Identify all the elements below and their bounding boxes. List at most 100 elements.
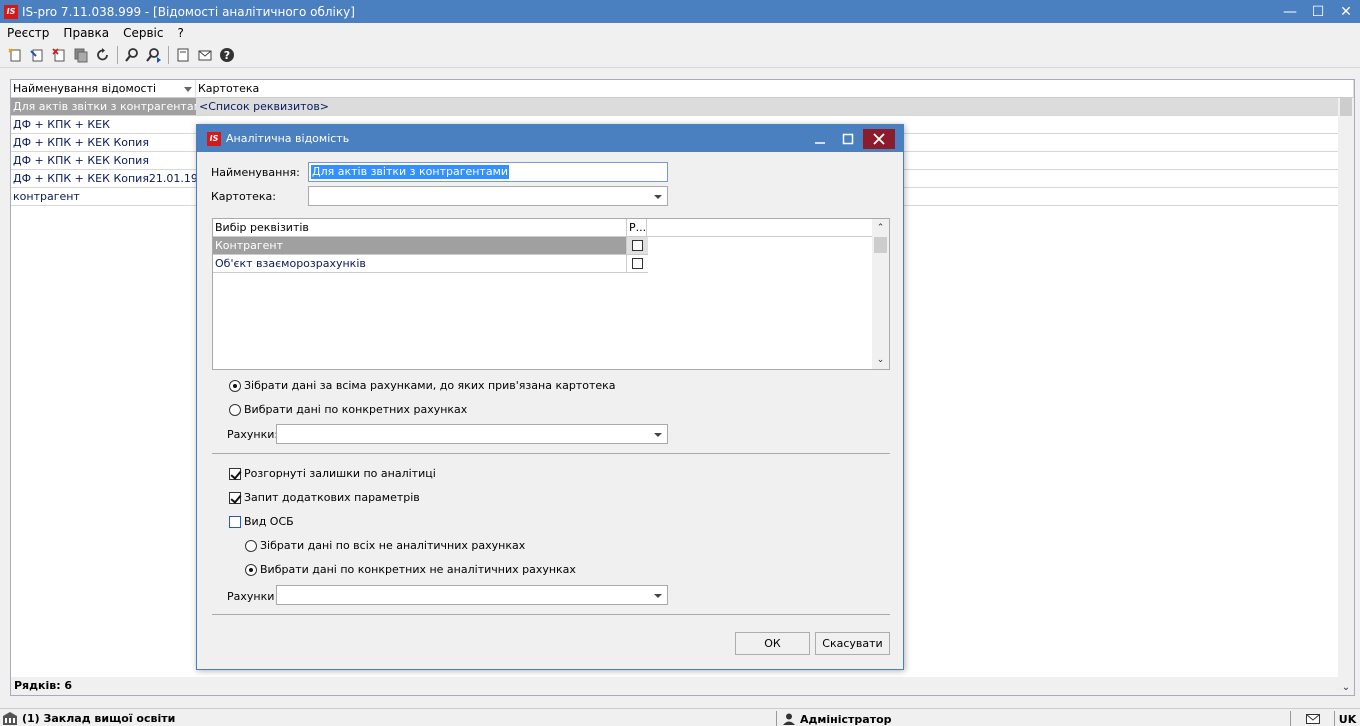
user-label[interactable]: Адміністратор bbox=[800, 713, 892, 726]
table-row[interactable]: Для актів звітки з контрагентами <Список… bbox=[11, 98, 1354, 116]
requisite-name: Об'єкт взаєморозрахунків bbox=[213, 255, 627, 272]
requisites-scrollbar[interactable]: ⌃ ⌄ bbox=[872, 219, 889, 369]
menu-help[interactable]: ? bbox=[170, 26, 190, 40]
row-name: Для актів звітки з контрагентами bbox=[11, 98, 196, 115]
column-header-kartoteka[interactable]: Картотека bbox=[196, 80, 1354, 98]
requisites-panel: Вибір реквізитів Р... Контрагент Об'єкт … bbox=[212, 218, 890, 370]
sort-arrow-icon[interactable] bbox=[184, 87, 192, 92]
radio-all-accounts[interactable]: Зібрати дані за всіма рахунками, до яких… bbox=[229, 379, 616, 392]
check-extra-params-label: Запит додаткових параметрів bbox=[244, 491, 420, 504]
row-name: контрагент bbox=[13, 190, 80, 203]
language-indicator[interactable]: UK bbox=[1334, 711, 1360, 726]
requisite-checkbox[interactable] bbox=[631, 258, 643, 269]
toolbar-separator bbox=[117, 45, 118, 64]
requisite-row[interactable]: Контрагент bbox=[213, 237, 648, 255]
scroll-down-icon[interactable]: ⌄ bbox=[872, 353, 889, 367]
menu-edit[interactable]: Правка bbox=[56, 26, 116, 40]
dialog-maximize-button[interactable] bbox=[835, 129, 861, 149]
kartoteka-combo[interactable] bbox=[308, 186, 668, 206]
help-icon[interactable]: ? bbox=[216, 44, 238, 66]
mail-status-icon[interactable] bbox=[1290, 711, 1334, 726]
mail-icon[interactable] bbox=[194, 44, 216, 66]
minimize-icon bbox=[815, 141, 825, 144]
check-osb-type[interactable]: Вид ОСБ bbox=[229, 515, 294, 528]
check-osb-type-label: Вид ОСБ bbox=[244, 515, 294, 528]
refresh-icon[interactable] bbox=[92, 44, 114, 66]
organization-label[interactable]: (1) Заклад вищої освіти bbox=[22, 712, 175, 725]
report-icon[interactable] bbox=[172, 44, 194, 66]
new-icon[interactable] bbox=[4, 44, 26, 66]
dialog-title: Аналітична відомість bbox=[226, 132, 350, 145]
row-name: ДФ + КПК + КЕК Копия bbox=[13, 136, 149, 149]
radio-selected-icon bbox=[245, 563, 257, 576]
chevron-down-icon[interactable] bbox=[654, 433, 662, 437]
accounts-combo[interactable] bbox=[276, 424, 668, 444]
grid-scrollbar[interactable]: ⌄ bbox=[1338, 98, 1354, 695]
dialog-title-bar: IS Аналітична відомість bbox=[197, 125, 903, 152]
close-icon bbox=[873, 132, 885, 145]
divider bbox=[212, 453, 890, 454]
kartoteka-label: Картотека: bbox=[211, 190, 276, 203]
status-bar: (1) Заклад вищої освіти Адміністратор UK bbox=[0, 708, 1360, 726]
row-name: ДФ + КПК + КЕК Копия21.01.19 bbox=[13, 172, 196, 185]
window-title: IS-pro 7.11.038.999 - [Відомості аналіти… bbox=[22, 4, 355, 19]
radio-all-accounts-label: Зібрати дані за всіма рахунками, до яких… bbox=[244, 379, 616, 392]
find-icon[interactable] bbox=[121, 44, 143, 66]
ok-button[interactable]: ОК bbox=[735, 632, 810, 655]
radio-all-nonanalytic[interactable]: Зібрати дані по всіх не аналітичних раху… bbox=[245, 539, 525, 552]
accounts-label: Рахунки: bbox=[227, 428, 279, 441]
radio-specific-accounts[interactable]: Вибрати дані по конкретних рахунках bbox=[229, 403, 467, 416]
checkbox-unchecked-icon bbox=[229, 515, 241, 528]
copy-icon[interactable] bbox=[70, 44, 92, 66]
accounts2-combo[interactable] bbox=[276, 585, 668, 605]
name-input[interactable]: Для актів звітки з контрагентами bbox=[308, 162, 668, 182]
title-bar: IS IS-pro 7.11.038.999 - [Відомості анал… bbox=[0, 0, 1360, 23]
radio-specific-accounts-label: Вибрати дані по конкретних рахунках bbox=[244, 403, 468, 416]
close-button[interactable]: ✕ bbox=[1332, 0, 1360, 23]
radio-specific-nonanalytic[interactable]: Вибрати дані по конкретних не аналітични… bbox=[245, 563, 576, 576]
minimize-button[interactable]: — bbox=[1276, 0, 1304, 23]
requisites-header: Вибір реквізитів Р... bbox=[213, 219, 889, 237]
dialog-minimize-button[interactable] bbox=[807, 129, 833, 149]
chevron-down-icon[interactable] bbox=[654, 594, 662, 598]
requisite-checkbox[interactable] bbox=[631, 240, 643, 251]
check-expanded-balances[interactable]: Розгорнуті залишки по аналітиці bbox=[229, 467, 436, 480]
scrollbar-thumb[interactable] bbox=[874, 237, 887, 253]
name-label: Найменування: bbox=[211, 166, 300, 179]
delete-icon[interactable] bbox=[48, 44, 70, 66]
edit-icon[interactable] bbox=[26, 44, 48, 66]
building-icon bbox=[3, 712, 17, 725]
menu-bar: Реєстр Правка Сервіс ? bbox=[0, 23, 1360, 42]
scroll-up-icon[interactable]: ⌃ bbox=[872, 221, 889, 235]
row-kartoteka: <Список реквизитов> bbox=[199, 100, 330, 113]
check-expanded-balances-label: Розгорнуті залишки по аналітиці bbox=[244, 467, 436, 480]
find-next-icon[interactable] bbox=[143, 44, 165, 66]
rows-count: Рядків: 6 bbox=[11, 677, 1338, 695]
scrollbar-thumb[interactable] bbox=[1340, 98, 1352, 116]
divider bbox=[212, 614, 890, 615]
app-logo: IS bbox=[4, 4, 18, 19]
accounts2-label: Рахунки bbox=[227, 590, 275, 603]
column-header-name[interactable]: Найменування відомості bbox=[11, 80, 196, 98]
toolbar-separator bbox=[168, 45, 169, 64]
menu-registry[interactable]: Реєстр bbox=[0, 26, 56, 40]
column-header-name-label: Найменування відомості bbox=[13, 82, 157, 95]
row-name: ДФ + КПК + КЕК Копия bbox=[13, 154, 149, 167]
cancel-button[interactable]: Скасувати bbox=[815, 632, 890, 655]
check-extra-params[interactable]: Запит додаткових параметрів bbox=[229, 491, 420, 504]
requisite-row[interactable]: Об'єкт взаєморозрахунків bbox=[213, 255, 648, 273]
dialog-logo: IS bbox=[207, 131, 221, 146]
radio-specific-nonanalytic-label: Вибрати дані по конкретних не аналітични… bbox=[260, 563, 576, 576]
radio-unselected-icon bbox=[229, 403, 241, 416]
chevron-down-icon[interactable] bbox=[654, 195, 662, 199]
maximize-icon bbox=[842, 133, 854, 144]
requisites-column-flag[interactable]: Р... bbox=[627, 219, 647, 236]
grid-header: Найменування відомості Картотека bbox=[11, 80, 1354, 98]
maximize-button[interactable]: ☐ bbox=[1304, 0, 1332, 23]
row-name: ДФ + КПК + КЕК bbox=[13, 118, 110, 131]
menu-service[interactable]: Сервіс bbox=[116, 26, 170, 40]
scroll-down-icon[interactable]: ⌄ bbox=[1338, 679, 1354, 695]
requisites-column-name[interactable]: Вибір реквізитів bbox=[213, 219, 627, 236]
radio-all-nonanalytic-label: Зібрати дані по всіх не аналітичних раху… bbox=[260, 539, 526, 552]
dialog-close-button[interactable] bbox=[863, 128, 895, 149]
